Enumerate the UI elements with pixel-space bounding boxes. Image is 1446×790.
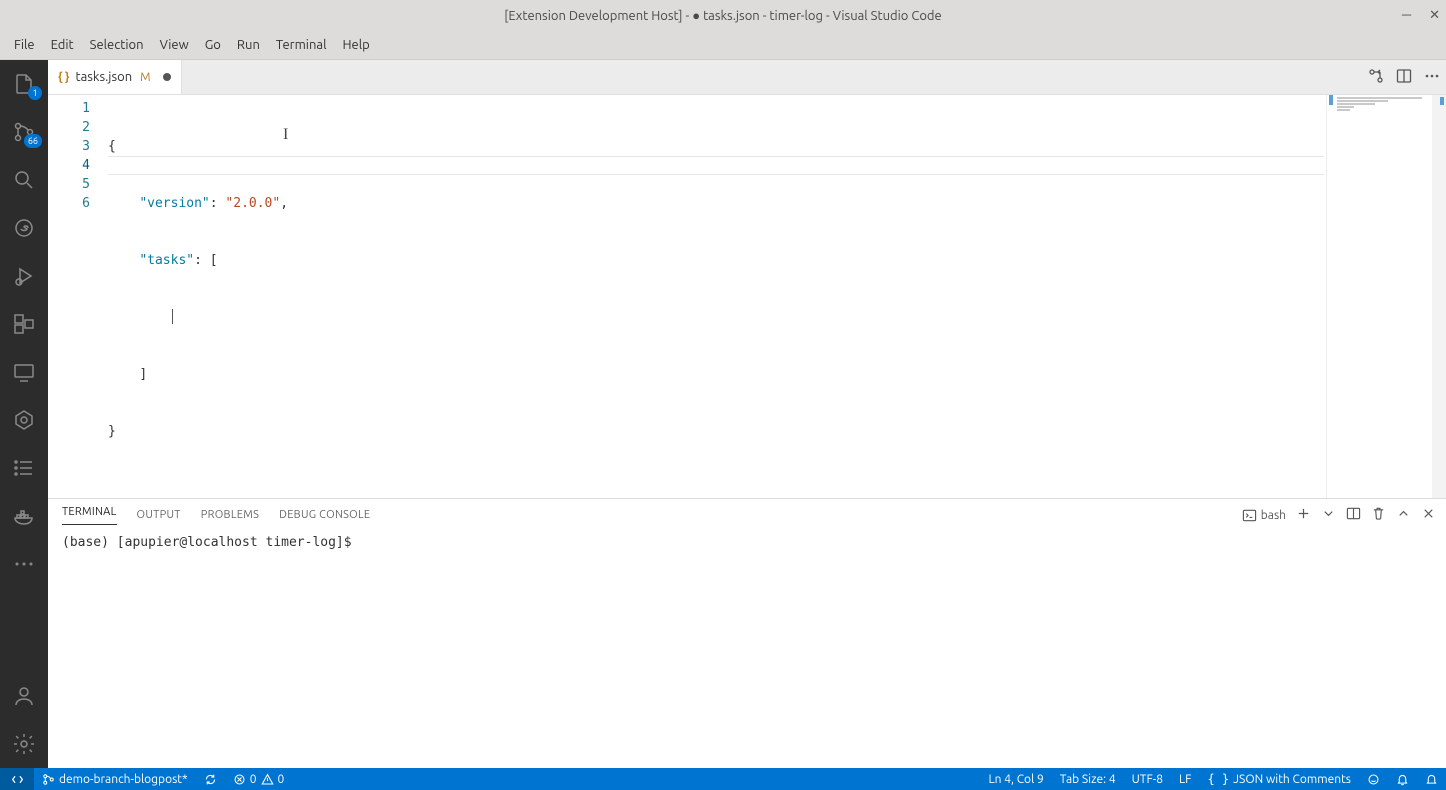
terminal-dropdown-icon[interactable] [1321, 506, 1336, 524]
status-cursor-position[interactable]: Ln 4, Col 9 [981, 768, 1052, 790]
scm-badge: 66 [24, 134, 42, 148]
activity-overflow-icon[interactable] [0, 540, 48, 588]
status-sync-icon[interactable] [196, 768, 225, 790]
activity-debug-icon[interactable] [0, 252, 48, 300]
terminal-profile-selector[interactable]: bash [1242, 508, 1286, 523]
menu-view[interactable]: View [152, 34, 197, 56]
activity-docker-icon[interactable] [0, 492, 48, 540]
editor-more-icon[interactable] [1424, 68, 1440, 88]
status-language-label: JSON with Comments [1233, 773, 1351, 786]
json-braces-icon: { } [1207, 772, 1229, 786]
bottom-panel: TERMINAL OUTPUT PROBLEMS DEBUG CONSOLE b… [48, 498, 1446, 768]
status-warnings-count: 0 [278, 773, 285, 786]
line-number: 2 [48, 118, 90, 137]
panel-tab-output[interactable]: OUTPUT [137, 509, 181, 521]
line-number: 6 [48, 194, 90, 213]
activity-remote-icon[interactable] [0, 348, 48, 396]
activity-settings-icon[interactable] [0, 720, 48, 768]
code-content[interactable]: { "version": "2.0.0", "tasks": [ ] } I [108, 95, 1326, 498]
status-bell-icon[interactable] [1417, 768, 1446, 790]
status-branch-name: demo-branch-blogpost* [59, 773, 188, 786]
menu-file[interactable]: File [6, 34, 43, 56]
tab-dirty-dot-icon[interactable] [163, 73, 171, 81]
panel-close-icon[interactable] [1421, 506, 1436, 524]
menu-help[interactable]: Help [334, 34, 377, 56]
status-eol[interactable]: LF [1171, 768, 1199, 790]
panel-tab-problems[interactable]: PROBLEMS [201, 509, 259, 521]
code-token: : [210, 196, 226, 211]
code-token: } [108, 424, 116, 439]
explorer-badge: 1 [28, 86, 42, 100]
status-errors-count: 0 [250, 773, 257, 786]
line-number: 5 [48, 175, 90, 194]
activity-extensions-icon[interactable] [0, 300, 48, 348]
activity-bar: 1 66 [0, 60, 48, 768]
text-cursor [172, 309, 173, 324]
activity-extension-icon-1[interactable] [0, 204, 48, 252]
code-token: { [108, 139, 116, 154]
menubar: File Edit Selection View Go Run Terminal… [0, 30, 1446, 60]
code-token: : [194, 253, 210, 268]
minimap-change-marker [1329, 95, 1333, 105]
activity-kubernetes-icon[interactable] [0, 396, 48, 444]
overview-ruler[interactable] [1432, 95, 1446, 498]
code-token: , [280, 196, 288, 211]
terminal-prompt-line: (base) [apupier@localhost timer-log]$ [62, 535, 352, 550]
menu-run[interactable]: Run [229, 34, 268, 56]
activity-search-icon[interactable] [0, 156, 48, 204]
tab-filename: tasks.json [75, 70, 132, 84]
window-minimize-icon[interactable]: ─ [1402, 9, 1411, 22]
line-number-current: 4 [48, 156, 90, 175]
overview-change-marker [1440, 97, 1444, 105]
line-number-gutter: 1 2 3 4 5 6 [48, 95, 108, 498]
terminal-split-icon[interactable] [1346, 506, 1361, 524]
activity-explorer-icon[interactable]: 1 [0, 60, 48, 108]
status-feedback-icon[interactable] [1359, 768, 1388, 790]
terminal-new-icon[interactable] [1296, 506, 1311, 524]
menu-selection[interactable]: Selection [82, 34, 152, 56]
activity-scm-icon[interactable]: 66 [0, 108, 48, 156]
editor-tab-tasks-json[interactable]: { } tasks.json M [48, 60, 182, 94]
tab-modified-indicator: M [140, 71, 150, 84]
status-notifications-icon[interactable] [1388, 768, 1417, 790]
status-remote-icon[interactable] [0, 768, 34, 790]
status-language-mode[interactable]: { } JSON with Comments [1199, 768, 1359, 790]
editor-tabbar: { } tasks.json M [48, 60, 1446, 95]
menu-go[interactable]: Go [197, 34, 229, 56]
code-token: "version" [139, 196, 209, 211]
workbench: { } tasks.json M [48, 60, 1446, 768]
editor-compare-icon[interactable] [1368, 68, 1384, 88]
status-bar: demo-branch-blogpost* 0 0 Ln 4, Col 9 Ta… [0, 768, 1446, 790]
window-titlebar: [Extension Development Host] - ● tasks.j… [0, 0, 1446, 30]
panel-maximize-icon[interactable] [1396, 506, 1411, 524]
code-token: ] [139, 367, 147, 382]
menu-terminal[interactable]: Terminal [268, 34, 335, 56]
code-editor[interactable]: 1 2 3 4 5 6 { "version": "2.0.0", "tasks… [48, 95, 1446, 498]
panel-tabbar: TERMINAL OUTPUT PROBLEMS DEBUG CONSOLE b… [48, 499, 1446, 531]
json-file-icon: { } [58, 71, 69, 84]
status-tab-size[interactable]: Tab Size: 4 [1052, 768, 1124, 790]
status-encoding[interactable]: UTF-8 [1124, 768, 1171, 790]
activity-list-icon[interactable] [0, 444, 48, 492]
editor-split-icon[interactable] [1396, 68, 1412, 88]
minimap[interactable] [1326, 95, 1446, 498]
status-branch[interactable]: demo-branch-blogpost* [34, 768, 196, 790]
status-problems[interactable]: 0 0 [225, 768, 293, 790]
window-close-icon[interactable]: ✕ [1429, 9, 1440, 22]
panel-tab-debug-console[interactable]: DEBUG CONSOLE [279, 509, 370, 521]
code-token [108, 310, 171, 325]
panel-tab-terminal[interactable]: TERMINAL [62, 506, 117, 525]
line-number: 3 [48, 137, 90, 156]
terminal-shell-name: bash [1261, 509, 1286, 522]
terminal[interactable]: (base) [apupier@localhost timer-log]$ [48, 531, 1446, 768]
code-token: "tasks" [139, 253, 194, 268]
line-number: 1 [48, 99, 90, 118]
window-title: [Extension Development Host] - ● tasks.j… [504, 8, 941, 23]
menu-edit[interactable]: Edit [43, 34, 82, 56]
code-token: [ [210, 253, 218, 268]
code-token: "2.0.0" [225, 196, 280, 211]
terminal-kill-icon[interactable] [1371, 506, 1386, 524]
activity-account-icon[interactable] [0, 672, 48, 720]
